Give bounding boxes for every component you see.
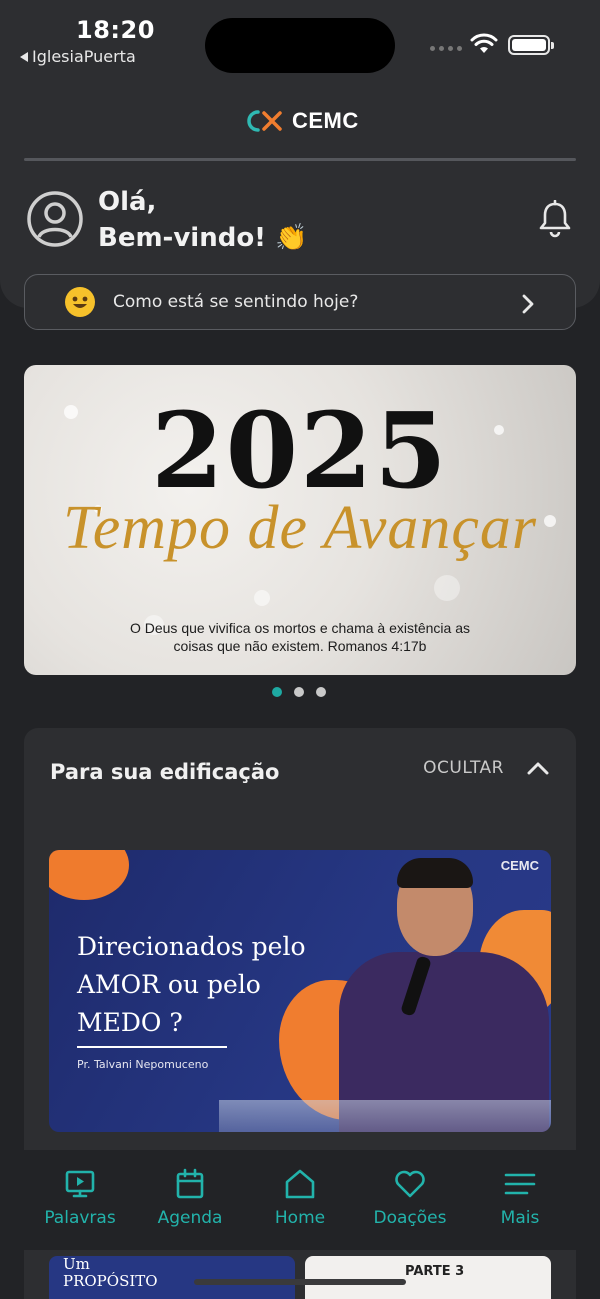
menu-icon (504, 1173, 536, 1195)
status-bar: 18:20 IglesiaPuerta (0, 0, 600, 80)
tab-label: Mais (500, 1208, 540, 1228)
greeting-line-1: Olá, (98, 187, 157, 217)
section-title: Para sua edificação (50, 760, 280, 784)
calendar-icon (176, 1168, 204, 1199)
video-title-underline (77, 1046, 227, 1048)
peek-right-title: PARTE 3 (405, 1264, 465, 1279)
greeting: Olá, Bem-vindo! 👏 (98, 184, 307, 256)
greeting-line-2: Bem-vindo! 👏 (98, 223, 308, 253)
tab-mais[interactable]: Mais (465, 1168, 575, 1228)
header-divider (24, 158, 576, 161)
tab-palavras[interactable]: Palavras (25, 1168, 135, 1228)
video-title-line-3: MEDO ? (77, 1008, 183, 1037)
video-title: Direcionados pelo AMOR ou pelo MEDO ? (77, 928, 306, 1042)
banner-verse-line-1: O Deus que vivifica os mortos e chama à … (129, 620, 471, 636)
home-icon (285, 1169, 315, 1199)
video-title-line-1: Direcionados pelo (77, 932, 306, 961)
notifications-bell-icon[interactable] (538, 200, 572, 238)
carousel-dot-2[interactable] (294, 687, 304, 697)
tab-label: Home (274, 1208, 326, 1228)
banner-verse-line-2: coisas que não existem. Romanos 4:17b (173, 638, 427, 654)
mood-checkin-button[interactable]: Como está se sentindo hoje? (24, 274, 576, 330)
app-logo: CEMC (244, 108, 359, 134)
podium-image (219, 1100, 551, 1132)
battery-icon (508, 35, 554, 55)
tab-label: Agenda (157, 1208, 223, 1228)
hide-section-button[interactable]: OCULTAR (423, 758, 550, 778)
chevron-right-icon (522, 294, 534, 314)
dynamic-island (205, 18, 395, 73)
heart-icon (395, 1170, 425, 1198)
next-video-card-left[interactable]: Um PROPÓSITO (49, 1256, 295, 1299)
peek-left-line-1: Um (63, 1256, 90, 1273)
back-app-label: IglesiaPuerta (32, 47, 136, 66)
peek-left-line-2: PROPÓSITO (63, 1272, 158, 1290)
preacher-image (339, 856, 551, 1132)
wifi-icon (470, 33, 498, 53)
banner-title: Tempo de Avançar (62, 494, 538, 562)
bottom-tab-bar: Palavras Agenda Home Doações Mais (0, 1150, 600, 1250)
tab-agenda[interactable]: Agenda (135, 1168, 245, 1228)
back-arrow-icon (20, 51, 28, 62)
banner-verse: O Deus que vivifica os mortos e chama à … (84, 619, 516, 655)
monitor-play-icon (65, 1170, 95, 1198)
cellular-signal-icon (430, 46, 462, 51)
carousel-dot-1[interactable] (272, 687, 282, 697)
banner-carousel-slide[interactable]: 2025 Tempo de Avançar O Deus que vivific… (24, 365, 576, 675)
cemc-logo-icon (247, 110, 282, 132)
tab-home[interactable]: Home (245, 1168, 355, 1228)
carousel-pagination (272, 687, 326, 697)
peek-left-title: Um PROPÓSITO (63, 1256, 158, 1290)
hide-label: OCULTAR (423, 758, 504, 778)
tab-doacoes[interactable]: Doações (355, 1168, 465, 1228)
video-title-line-2: AMOR ou pelo (77, 970, 261, 999)
sermon-video-card[interactable]: CEMC Direcionados pelo AMOR ou pelo MEDO… (49, 850, 551, 1132)
logo-text: CEMC (292, 108, 359, 133)
mood-label: Como está se sentindo hoje? (113, 292, 359, 312)
carousel-dot-3[interactable] (316, 687, 326, 697)
chevron-up-icon (527, 762, 549, 775)
video-author: Pr. Talvani Nepomuceno (77, 1058, 209, 1071)
status-time: 18:20 (76, 16, 155, 44)
home-indicator[interactable] (194, 1279, 406, 1285)
tab-label: Palavras (44, 1208, 116, 1228)
next-video-card-right[interactable]: PARTE 3 (305, 1256, 551, 1299)
tab-label: Doações (373, 1208, 447, 1228)
back-to-app-link[interactable]: IglesiaPuerta (20, 47, 136, 66)
avatar-icon[interactable] (26, 190, 84, 248)
smiling-face-icon (65, 287, 95, 317)
